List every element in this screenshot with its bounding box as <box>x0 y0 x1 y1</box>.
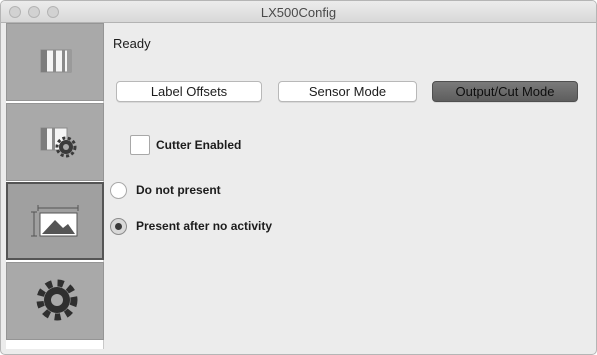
do-not-present-label: Do not present <box>136 183 221 197</box>
sidebar-item-label-settings[interactable] <box>6 103 104 181</box>
label-settings-icon <box>40 127 77 158</box>
do-not-present-radio[interactable] <box>110 182 127 199</box>
tab-label-offsets[interactable]: Label Offsets <box>116 81 262 102</box>
cutter-enabled-checkbox[interactable] <box>130 135 150 155</box>
sidebar-item-settings[interactable] <box>6 262 104 340</box>
app-window: LX500Config Ready Label Offsets Sensor M… <box>0 0 597 355</box>
cutter-enabled-label: Cutter Enabled <box>156 138 242 152</box>
gear-icon <box>36 279 78 321</box>
title-bar[interactable]: LX500Config <box>1 1 596 23</box>
sidebar-item-label-stock[interactable] <box>6 23 104 101</box>
window-title: LX500Config <box>260 5 337 20</box>
label-stock-icon <box>40 49 72 73</box>
sidebar <box>6 23 104 349</box>
main-content: Ready Label Offsets Sensor Mode Output/C… <box>104 23 595 349</box>
output-image-icon <box>31 205 79 237</box>
sidebar-item-output[interactable] <box>6 182 104 260</box>
status-text: Ready <box>113 36 151 51</box>
tab-sensor-mode[interactable]: Sensor Mode <box>278 81 417 102</box>
present-after-no-activity-radio[interactable] <box>110 218 127 235</box>
tab-output-cut-mode[interactable]: Output/Cut Mode <box>432 81 578 102</box>
present-after-no-activity-label: Present after no activity <box>136 219 273 233</box>
